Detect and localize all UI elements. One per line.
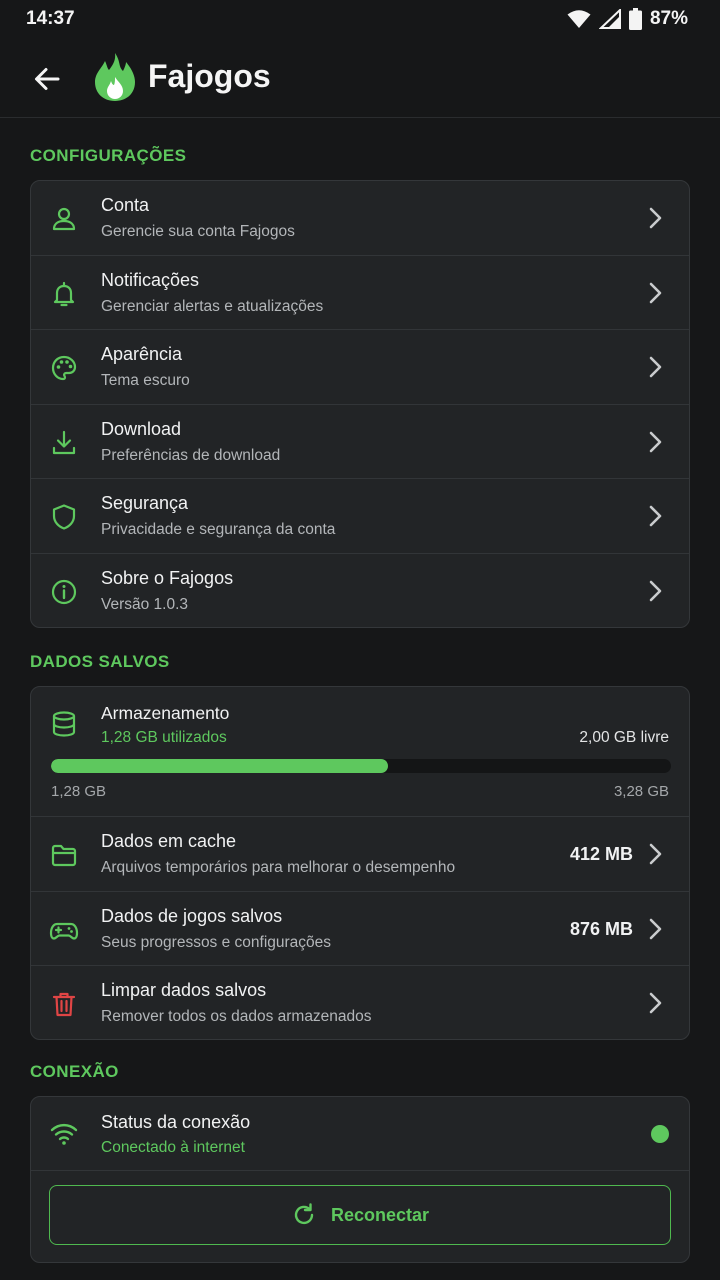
- folder-icon: [49, 840, 79, 870]
- saved-data-item-size: 412 MB: [569, 844, 633, 864]
- shield-icon: [49, 502, 79, 532]
- app-title: Fajogos: [148, 58, 271, 94]
- reconnect-wrapper: Reconectar: [31, 1171, 689, 1262]
- connection-status-text: Conectado à internet: [101, 1139, 245, 1156]
- settings-item-download[interactable]: Download Preferências de download: [31, 405, 689, 479]
- chevron-right-icon: [649, 992, 662, 1014]
- refresh-icon: [294, 1203, 314, 1225]
- settings-item-subtitle: Tema escuro: [101, 372, 190, 389]
- bell-icon: [49, 279, 79, 309]
- settings-item-title: Aparência: [101, 344, 183, 364]
- settings-item-security[interactable]: Segurança Privacidade e segurança da con…: [31, 479, 689, 554]
- chevron-right-icon: [649, 431, 662, 452]
- settings-item-subtitle: Versão 1.0.3: [101, 595, 189, 613]
- chevron-right-icon: [649, 207, 662, 229]
- app-bar: Fajogos: [0, 38, 720, 118]
- saved-data-item-cache[interactable]: Dados em cache Arquivos temporários para…: [31, 817, 689, 892]
- trash-icon: [49, 989, 79, 1019]
- chevron-right-icon: [649, 918, 662, 939]
- download-icon: [49, 428, 79, 458]
- saved-data-card: Armazenamento 1,28 GB utilizados 2,00 GB…: [30, 686, 690, 1040]
- settings-item-subtitle: Gerencie sua conta Fajogos: [101, 223, 295, 240]
- storage-free-label: 2,00 GB livre: [579, 729, 669, 746]
- section-title-saved-data: DADOS SALVOS: [30, 652, 170, 671]
- palette-icon: [49, 353, 79, 383]
- settings-card: Conta Gerencie sua conta Fajogos Notific…: [30, 180, 690, 628]
- storage-progress-bar: [51, 759, 671, 773]
- battery-icon: [628, 8, 642, 30]
- section-title-connection: CONEXÃO: [30, 1062, 119, 1081]
- battery-percent: 87%: [649, 8, 688, 29]
- connection-status-title: Status da conexão: [101, 1112, 251, 1132]
- saved-data-item-game-saves[interactable]: Dados de jogos salvos Seus progressos e …: [31, 892, 689, 966]
- saved-data-item-subtitle: Arquivos temporários para melhorar o des…: [101, 859, 456, 876]
- settings-item-title: Conta: [101, 195, 150, 215]
- saved-data-item-size: 876 MB: [569, 918, 633, 939]
- saved-data-item-title: Dados em cache: [101, 831, 237, 851]
- storage-used-label: 1,28 GB utilizados: [101, 729, 227, 746]
- settings-item-subtitle: Preferências de download: [101, 446, 281, 464]
- chevron-right-icon: [649, 580, 662, 601]
- settings-item-about[interactable]: Sobre o Fajogos Versão 1.0.3: [31, 554, 689, 628]
- storage-summary: Armazenamento 1,28 GB utilizados 2,00 GB…: [31, 687, 689, 817]
- saved-data-item-subtitle: Remover todos os dados armazenados: [101, 1008, 372, 1025]
- wifi-icon: [49, 1119, 79, 1149]
- wifi-status-icon: [567, 10, 591, 28]
- database-icon: [49, 709, 79, 739]
- back-button[interactable]: [30, 62, 64, 96]
- chevron-right-icon: [649, 843, 662, 865]
- person-icon: [49, 204, 79, 234]
- settings-item-notifications[interactable]: Notificações Gerenciar alertas e atualiz…: [31, 256, 689, 330]
- settings-item-subtitle: Gerenciar alertas e atualizações: [101, 297, 324, 315]
- chevron-right-icon: [649, 505, 662, 527]
- connection-status-row: Status da conexão Conectado à internet: [31, 1097, 689, 1171]
- chevron-right-icon: [649, 356, 662, 378]
- saved-data-item-title: Dados de jogos salvos: [101, 905, 283, 926]
- saved-data-item-clear[interactable]: Limpar dados salvos Remover todos os dad…: [31, 966, 689, 1039]
- arrow-left-icon: [35, 68, 60, 90]
- settings-item-title: Segurança: [101, 493, 189, 513]
- signal-icon: [598, 9, 621, 29]
- settings-item-title: Sobre o Fajogos: [101, 567, 234, 588]
- settings-item-title: Download: [101, 418, 182, 439]
- info-icon: [49, 577, 79, 607]
- status-time: 14:37: [26, 8, 75, 29]
- connection-status-indicator: [651, 1125, 669, 1143]
- storage-max-label: 3,28 GB: [613, 783, 669, 800]
- storage-title: Armazenamento: [101, 703, 230, 723]
- settings-item-subtitle: Privacidade e segurança da conta: [101, 521, 336, 538]
- status-icons: 87%: [567, 8, 688, 30]
- gamepad-icon: [49, 915, 79, 945]
- reconnect-button[interactable]: Reconectar: [49, 1185, 671, 1245]
- connection-card: Status da conexão Conectado à internet R…: [30, 1096, 690, 1263]
- storage-progress-fill: [51, 759, 388, 773]
- status-bar: 14:37 87%: [0, 0, 720, 38]
- section-title-settings: CONFIGURAÇÕES: [30, 146, 187, 165]
- reconnect-label: Reconectar: [330, 1204, 430, 1225]
- settings-item-title: Notificações: [101, 269, 200, 290]
- settings-item-appearance[interactable]: Aparência Tema escuro: [31, 330, 689, 405]
- saved-data-item-title: Limpar dados salvos: [101, 980, 267, 1000]
- settings-item-account[interactable]: Conta Gerencie sua conta Fajogos: [31, 181, 689, 256]
- saved-data-item-subtitle: Seus progressos e configurações: [101, 933, 332, 951]
- storage-min-label: 1,28 GB: [51, 783, 107, 800]
- chevron-right-icon: [649, 282, 662, 303]
- fajogos-logo-icon: [95, 53, 135, 101]
